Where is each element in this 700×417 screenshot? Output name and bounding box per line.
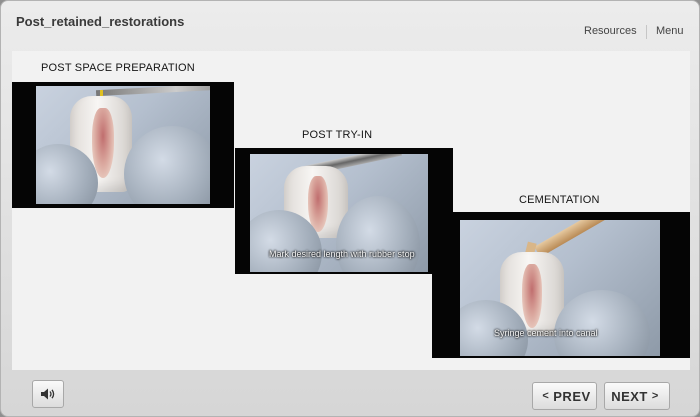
nav-divider bbox=[646, 25, 647, 39]
caption-post-try-in: POST TRY-IN bbox=[302, 129, 373, 141]
chevron-right-icon: > bbox=[651, 390, 659, 402]
audio-toggle-button[interactable] bbox=[32, 380, 64, 408]
video-cementation[interactable]: Syringe cement into canal bbox=[432, 212, 690, 358]
video-post-space-preparation[interactable] bbox=[12, 82, 234, 208]
resources-link[interactable]: Resources bbox=[584, 25, 637, 37]
footer-bar: < PREV NEXT > bbox=[12, 376, 690, 410]
chevron-left-icon: < bbox=[542, 390, 550, 402]
caption-post-space-preparation: POST SPACE PREPARATION bbox=[41, 62, 195, 74]
video-frame: Mark desired length with rubber stop bbox=[250, 154, 428, 272]
caption-cementation: CEMENTATION bbox=[519, 194, 600, 206]
prev-button[interactable]: < PREV bbox=[532, 382, 597, 410]
root-canal bbox=[522, 264, 542, 328]
video-post-try-in[interactable]: Mark desired length with rubber stop bbox=[235, 148, 453, 274]
video-subtitle: Syringe cement into canal bbox=[494, 328, 598, 338]
glove-right bbox=[124, 126, 210, 204]
root-canal bbox=[92, 108, 114, 178]
glove-right bbox=[336, 196, 420, 272]
video-frame: Syringe cement into canal bbox=[460, 220, 660, 356]
content-stage: POST SPACE PREPARATION POST TRY-IN Mark … bbox=[12, 51, 690, 370]
prev-label: PREV bbox=[553, 388, 591, 404]
menu-link[interactable]: Menu bbox=[656, 25, 684, 37]
lesson-window: Post_retained_restorations Resources Men… bbox=[0, 0, 700, 417]
video-frame bbox=[36, 86, 210, 204]
next-button[interactable]: NEXT > bbox=[604, 382, 670, 410]
glove-right bbox=[554, 290, 650, 356]
lesson-title: Post_retained_restorations bbox=[16, 14, 185, 29]
speaker-icon bbox=[41, 388, 55, 400]
next-label: NEXT bbox=[611, 388, 648, 404]
handpiece bbox=[95, 86, 210, 97]
video-subtitle: Mark desired length with rubber stop bbox=[269, 249, 415, 259]
